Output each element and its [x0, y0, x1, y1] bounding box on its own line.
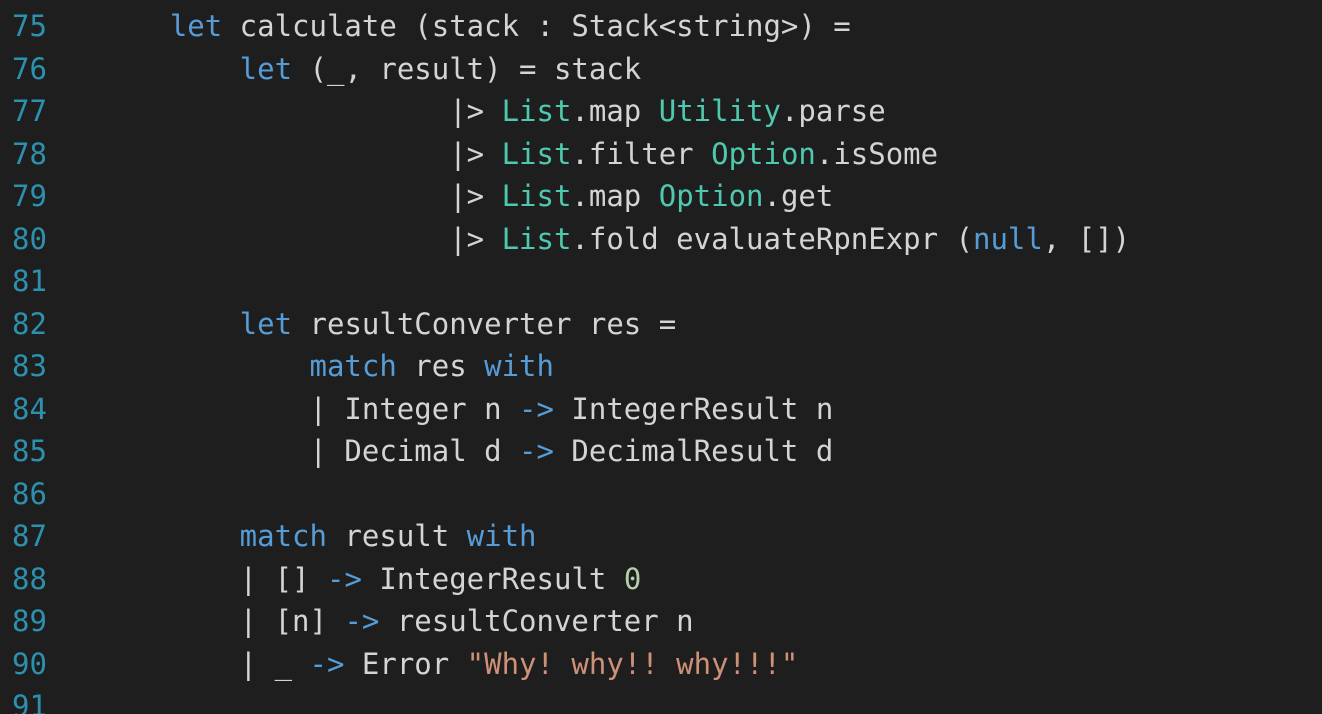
- code-token: IntegerResult: [361, 561, 624, 596]
- line-number: 76: [12, 51, 47, 86]
- code-line[interactable]: 84 | Integer n -> IntegerResult n: [0, 388, 1322, 431]
- code-line[interactable]: 82 let resultConverter res =: [0, 303, 1322, 346]
- line-number: 84: [12, 391, 47, 426]
- line-code[interactable]: | [n] -> resultConverter n: [100, 600, 694, 643]
- line-number: 83: [12, 349, 47, 383]
- code-token: Option: [658, 179, 764, 213]
- code-token: .get: [763, 179, 834, 213]
- code-token: Utility: [658, 94, 781, 128]
- line-code[interactable]: match result with: [100, 515, 537, 558]
- code-token: match: [100, 519, 327, 553]
- code-line[interactable]: 78 |> List.filter Option.isSome: [0, 133, 1322, 176]
- code-token: |>: [100, 136, 502, 171]
- code-line[interactable]: 85 | Decimal d -> DecimalResult d: [0, 430, 1322, 473]
- code-token: .parse: [780, 94, 886, 128]
- code-token: Error: [344, 646, 467, 681]
- code-token: with: [466, 519, 537, 553]
- code-line[interactable]: 81: [0, 260, 1322, 303]
- line-number: 78: [12, 136, 47, 171]
- code-token: DecimalResult d: [553, 434, 834, 468]
- code-token: "Why! why!! why!!!": [466, 646, 799, 681]
- line-code[interactable]: | [] -> IntegerResult 0: [100, 558, 642, 601]
- code-line[interactable]: 90 | _ -> Error "Why! why!! why!!!": [0, 643, 1322, 686]
- code-line[interactable]: 83 match res with: [0, 345, 1322, 388]
- code-token: calculate (stack : Stack<string>) =: [222, 9, 851, 43]
- code-token: | _: [100, 646, 310, 681]
- code-line[interactable]: 80 |> List.fold evaluateRpnExpr (null, […: [0, 218, 1322, 261]
- code-token: |>: [100, 94, 502, 128]
- line-code[interactable]: let resultConverter res =: [100, 303, 677, 346]
- code-token: .filter: [571, 136, 712, 171]
- code-editor[interactable]: 75 let calculate (stack : Stack<string>)…: [0, 0, 1322, 714]
- line-number: 82: [12, 306, 47, 341]
- code-token: IntegerResult n: [553, 391, 834, 426]
- code-token: |>: [100, 179, 502, 213]
- line-number: 81: [12, 264, 47, 298]
- code-token: .isSome: [815, 136, 939, 171]
- code-token: ->: [309, 646, 345, 681]
- code-token: ->: [344, 604, 380, 638]
- code-token: resultConverter n: [379, 604, 694, 638]
- code-token: let: [100, 9, 223, 43]
- line-code[interactable]: |> List.filter Option.isSome: [100, 133, 938, 176]
- code-token: , []): [1042, 221, 1131, 256]
- line-number: 86: [12, 476, 47, 511]
- code-token: let: [100, 306, 293, 341]
- line-code[interactable]: match res with: [100, 345, 554, 388]
- line-number: 88: [12, 561, 47, 596]
- code-line[interactable]: 79 |> List.map Option.get: [0, 175, 1322, 218]
- line-code[interactable]: let calculate (stack : Stack<string>) =: [100, 5, 851, 48]
- code-token: res: [396, 349, 485, 383]
- code-token: | Integer n: [100, 391, 520, 426]
- line-number: 89: [12, 604, 47, 638]
- code-line[interactable]: 91: [0, 685, 1322, 714]
- code-token: List: [501, 179, 572, 213]
- code-token: | []: [100, 561, 327, 596]
- code-token: |>: [100, 221, 502, 256]
- code-token: .fold evaluateRpnExpr (: [571, 221, 973, 256]
- code-line[interactable]: 88 | [] -> IntegerResult 0: [0, 558, 1322, 601]
- line-number: 90: [12, 646, 47, 681]
- line-code[interactable]: |> List.fold evaluateRpnExpr (null, []): [100, 218, 1130, 261]
- line-number: 91: [12, 689, 47, 714]
- code-token: resultConverter res =: [292, 306, 677, 341]
- code-token: | Decimal d: [100, 434, 520, 468]
- code-line[interactable]: 86: [0, 473, 1322, 516]
- line-code[interactable]: |> List.map Option.get: [100, 175, 833, 218]
- line-number: 79: [12, 179, 47, 213]
- code-line[interactable]: 77 |> List.map Utility.parse: [0, 90, 1322, 133]
- line-number: 80: [12, 221, 47, 256]
- code-token: (_, result) = stack: [292, 51, 642, 86]
- code-token: with: [484, 349, 554, 383]
- code-token: 0: [623, 561, 642, 596]
- code-token: .map: [571, 179, 659, 213]
- line-code[interactable]: | Integer n -> IntegerResult n: [100, 388, 834, 431]
- code-line[interactable]: 89 | [n] -> resultConverter n: [0, 600, 1322, 643]
- line-number: 85: [12, 434, 47, 468]
- code-line[interactable]: 87 match result with: [0, 515, 1322, 558]
- line-code[interactable]: | Decimal d -> DecimalResult d: [100, 430, 834, 473]
- line-number: 77: [12, 94, 47, 128]
- line-code[interactable]: let (_, result) = stack: [100, 48, 642, 91]
- code-token: result: [326, 519, 467, 553]
- code-token: ->: [519, 391, 554, 426]
- code-token: List: [501, 136, 572, 171]
- code-line[interactable]: 75 let calculate (stack : Stack<string>)…: [0, 5, 1322, 48]
- line-number: 87: [12, 519, 47, 553]
- code-token: let: [100, 51, 293, 86]
- code-token: Option: [711, 136, 816, 171]
- code-token: List: [501, 221, 572, 256]
- code-token: | [n]: [100, 604, 345, 638]
- code-token: List: [501, 94, 572, 128]
- code-token: null: [973, 221, 1043, 256]
- code-token: match: [100, 349, 397, 383]
- code-token: .map: [571, 94, 659, 128]
- code-token: ->: [519, 434, 554, 468]
- code-token: ->: [326, 561, 362, 596]
- code-line[interactable]: 76 let (_, result) = stack: [0, 48, 1322, 91]
- line-code[interactable]: | _ -> Error "Why! why!! why!!!": [100, 643, 799, 686]
- line-code[interactable]: |> List.map Utility.parse: [100, 90, 886, 133]
- line-number: 75: [12, 9, 47, 43]
